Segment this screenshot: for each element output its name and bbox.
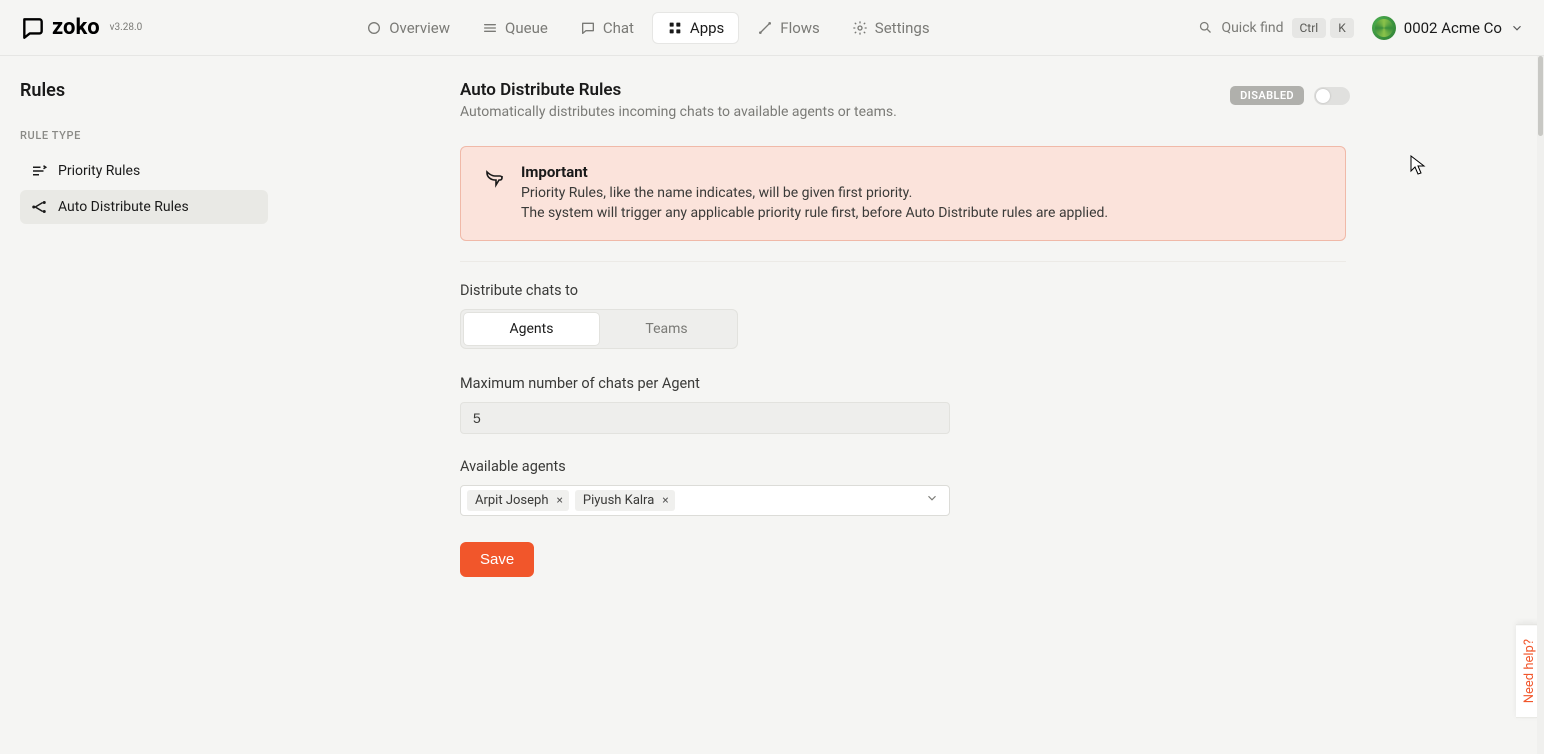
page-subtitle: Automatically distributes incoming chats… (460, 104, 897, 120)
status-badge: DISABLED (1230, 86, 1304, 105)
agent-tag: Arpit Joseph × (467, 490, 569, 511)
alert-line1: Priority Rules, like the name indicates,… (521, 183, 1108, 203)
quick-find[interactable]: Quick find Ctrl K (1198, 18, 1353, 38)
nav-chat[interactable]: Chat (566, 13, 648, 43)
alert-line2: The system will trigger any applicable p… (521, 203, 1108, 223)
important-alert: Important Priority Rules, like the name … (460, 146, 1346, 241)
max-chats-label: Maximum number of chats per Agent (460, 375, 1508, 392)
body: Rules RULE TYPE Priority Rules Auto Dist… (0, 56, 1544, 754)
nav-flows[interactable]: Flows (743, 13, 834, 43)
divider (460, 261, 1346, 262)
sidebar: Rules RULE TYPE Priority Rules Auto Dist… (0, 56, 280, 754)
logo-text: zoko (52, 15, 100, 40)
alert-heading: Important (521, 163, 1108, 181)
available-agents-label: Available agents (460, 458, 1508, 475)
circle-icon (366, 20, 382, 36)
kbd-group: Ctrl K (1292, 18, 1354, 38)
sidebar-item-label: Priority Rules (58, 163, 140, 179)
logo[interactable]: zoko v3.28.0 (20, 15, 142, 41)
top-right: Quick find Ctrl K 0002 Acme Co (1198, 16, 1524, 40)
queue-icon (482, 20, 498, 36)
megaphone-icon (481, 165, 505, 224)
distribute-label: Distribute chats to (460, 282, 1508, 299)
page-header-left: Auto Distribute Rules Automatically dist… (460, 80, 897, 120)
nav-queue[interactable]: Queue (468, 13, 562, 43)
distribute-segmented: Agents Teams (460, 309, 738, 349)
main-content: Auto Distribute Rules Automatically dist… (280, 56, 1544, 754)
gear-icon (852, 20, 868, 36)
agent-tag-label: Piyush Kalra (583, 493, 654, 508)
sidebar-title: Rules (20, 80, 268, 101)
nav-settings[interactable]: Settings (838, 13, 944, 43)
sidebar-item-priority-rules[interactable]: Priority Rules (20, 154, 268, 188)
nav-overview-label: Overview (389, 19, 450, 37)
nav-overview[interactable]: Overview (352, 13, 464, 43)
nav-flows-label: Flows (780, 19, 820, 37)
flows-icon (757, 20, 773, 36)
search-icon (1198, 20, 1213, 35)
kbd-k: K (1330, 18, 1354, 38)
remove-agent-icon[interactable]: × (554, 493, 564, 507)
available-agents-select[interactable]: Arpit Joseph × Piyush Kalra × (460, 485, 950, 516)
nav-chat-label: Chat (603, 19, 634, 37)
agent-tag: Piyush Kalra × (575, 490, 675, 511)
page-header: Auto Distribute Rules Automatically dist… (460, 80, 1350, 120)
logo-icon (20, 15, 46, 41)
remove-agent-icon[interactable]: × (660, 493, 670, 507)
sidebar-item-auto-distribute[interactable]: Auto Distribute Rules (20, 190, 268, 224)
alert-body: Important Priority Rules, like the name … (521, 163, 1108, 224)
org-switcher[interactable]: 0002 Acme Co (1372, 16, 1524, 40)
max-chats-input[interactable] (460, 402, 950, 434)
scrollbar-track[interactable] (1537, 56, 1544, 754)
sidebar-item-label: Auto Distribute Rules (58, 199, 189, 215)
rule-type-label: RULE TYPE (20, 129, 268, 142)
nav-settings-label: Settings (875, 19, 930, 37)
page-title: Auto Distribute Rules (460, 80, 897, 100)
chat-icon (580, 20, 596, 36)
version-text: v3.28.0 (110, 22, 143, 33)
priority-icon (30, 162, 48, 180)
seg-teams[interactable]: Teams (599, 313, 734, 345)
save-button[interactable]: Save (460, 542, 534, 577)
nav-apps[interactable]: Apps (652, 12, 739, 44)
distribute-icon (30, 198, 48, 216)
apps-icon (667, 20, 683, 36)
chevron-down-icon (1510, 21, 1524, 35)
avatar (1372, 16, 1396, 40)
top-bar: zoko v3.28.0 Overview Queue Chat Apps Fl… (0, 0, 1544, 56)
kbd-ctrl: Ctrl (1292, 18, 1327, 38)
org-name: 0002 Acme Co (1404, 19, 1502, 37)
nav-links: Overview Queue Chat Apps Flows Settings (352, 12, 943, 44)
nav-apps-label: Apps (690, 19, 724, 37)
enable-toggle[interactable] (1314, 87, 1350, 105)
quick-find-label: Quick find (1221, 20, 1283, 36)
scrollbar-thumb[interactable] (1538, 56, 1543, 136)
seg-agents[interactable]: Agents (464, 313, 599, 345)
chevron-down-icon (925, 491, 939, 509)
agent-tag-label: Arpit Joseph (475, 493, 548, 508)
nav-queue-label: Queue (505, 19, 548, 37)
status-toggle-group: DISABLED (1230, 86, 1350, 105)
